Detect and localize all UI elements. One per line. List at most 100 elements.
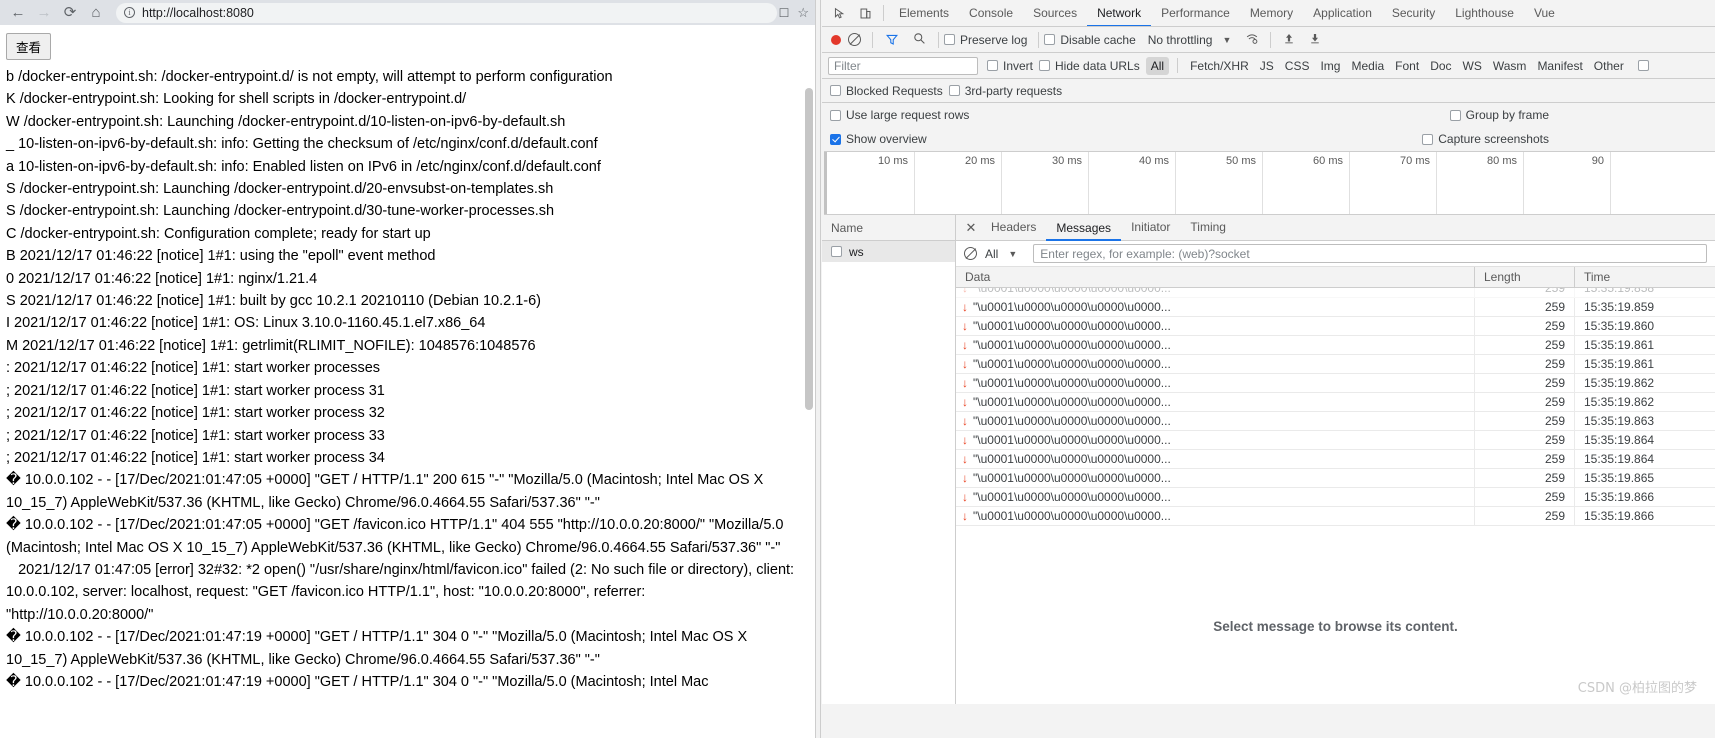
network-requests-area: Name ws ✕ Headers Messages Initiator Tim…	[822, 215, 1715, 704]
log-line: 2021/12/17 01:47:05 [error] 32#32: *2 op…	[6, 561, 799, 623]
capture-screenshots-checkbox[interactable]: Capture screenshots	[1422, 132, 1549, 146]
checkbox-box[interactable]	[831, 246, 842, 257]
messages-table-row[interactable]: ↓"\u0001\u0000\u0000\u0000\u0000...25915…	[956, 335, 1715, 355]
wifi-settings-icon[interactable]	[1245, 32, 1259, 48]
checkbox-box	[830, 85, 841, 96]
tab-elements[interactable]: Elements	[889, 0, 959, 26]
network-overview-timeline[interactable]: 10 ms 20 ms 30 ms 40 ms 50 ms 60 ms 70 ms 80 ms…	[824, 151, 1715, 215]
tab-application[interactable]: Application	[1303, 0, 1382, 26]
request-row-ws[interactable]: ws	[822, 241, 955, 262]
blocked-requests-checkbox[interactable]: Blocked Requests	[830, 84, 943, 98]
chevron-down-icon[interactable]: ▼	[1008, 249, 1017, 259]
type-filter-js[interactable]: JS	[1255, 57, 1279, 75]
type-filter-ws[interactable]: WS	[1458, 57, 1487, 75]
type-filter-img[interactable]: Img	[1315, 57, 1345, 75]
info-circle-icon[interactable]: i	[124, 7, 135, 18]
disable-cache-checkbox[interactable]: Disable cache	[1044, 32, 1136, 47]
messages-table-body[interactable]: ↓ "\u0001\u0000\u0000\u0000\u0000... 259 15…	[956, 288, 1715, 704]
page-scrollbar[interactable]	[804, 50, 815, 738]
column-header-data[interactable]: Data	[956, 266, 1475, 288]
nginx-log-output: b /docker-entrypoint.sh: /docker-entrypo…	[6, 66, 796, 693]
messages-table-row[interactable]: ↓"\u0001\u0000\u0000\u0000\u0000...25915…	[956, 354, 1715, 374]
preserve-log-checkbox[interactable]: Preserve log	[944, 33, 1027, 47]
messages-regex-input[interactable]: Enter regex, for example: (web)?socket	[1033, 244, 1707, 263]
detail-tab-messages[interactable]: Messages	[1046, 215, 1122, 241]
type-filter-all[interactable]: All	[1145, 56, 1170, 75]
type-filter-media[interactable]: Media	[1346, 57, 1389, 75]
messages-table-row[interactable]: ↓"\u0001\u0000\u0000\u0000\u0000...25915…	[956, 288, 1715, 298]
type-filter-other[interactable]: Other	[1589, 57, 1629, 75]
messages-table-row[interactable]: ↓"\u0001\u0000\u0000\u0000\u0000...25915…	[956, 411, 1715, 431]
network-filter-bar: Filter Invert Hide data URLs All Fetch/X…	[822, 53, 1715, 79]
type-filter-fetch-xhr[interactable]: Fetch/XHR	[1185, 57, 1254, 75]
message-data: "\u0001\u0000\u0000\u0000\u0000...	[973, 452, 1171, 466]
tab-security[interactable]: Security	[1382, 0, 1445, 26]
translate-icon[interactable]: ☐	[779, 6, 790, 20]
messages-table-row[interactable]: ↓"\u0001\u0000\u0000\u0000\u0000...25915…	[956, 316, 1715, 336]
page-scrollbar-thumb[interactable]	[805, 88, 813, 410]
tab-performance[interactable]: Performance	[1151, 0, 1240, 26]
detail-tab-headers[interactable]: Headers	[981, 215, 1046, 240]
type-filter-doc[interactable]: Doc	[1425, 57, 1456, 75]
overflow-checkbox[interactable]	[1637, 60, 1649, 71]
back-icon[interactable]: ←	[6, 3, 30, 23]
search-icon[interactable]	[913, 32, 926, 48]
hide-data-urls-checkbox[interactable]: Hide data URLs	[1039, 59, 1140, 73]
type-filter-css[interactable]: CSS	[1280, 57, 1315, 75]
tab-memory[interactable]: Memory	[1240, 0, 1303, 26]
inspect-element-icon[interactable]	[826, 0, 852, 26]
type-filter-wasm[interactable]: Wasm	[1488, 57, 1532, 75]
group-by-frame-checkbox[interactable]: Group by frame	[1449, 108, 1549, 122]
address-bar[interactable]: i http://localhost:8080	[116, 2, 777, 23]
show-overview-checkbox[interactable]: Show overview	[830, 132, 927, 146]
messages-table-row[interactable]: ↓"\u0001\u0000\u0000\u0000\u0000...25915…	[956, 297, 1715, 317]
devtools-resize-handle[interactable]	[816, 0, 821, 738]
invert-checkbox[interactable]: Invert	[987, 59, 1033, 73]
tab-sources[interactable]: Sources	[1023, 0, 1087, 26]
column-header-length[interactable]: Length	[1475, 266, 1575, 288]
message-type-filter[interactable]: All	[985, 247, 998, 261]
type-filter-manifest[interactable]: Manifest	[1532, 57, 1587, 75]
tab-console[interactable]: Console	[959, 0, 1023, 26]
view-button[interactable]: 查看	[6, 33, 52, 60]
clear-messages-icon[interactable]	[964, 247, 977, 260]
messages-table-row[interactable]: ↓"\u0001\u0000\u0000\u0000\u0000...25915…	[956, 449, 1715, 469]
messages-table-row[interactable]: ↓"\u0001\u0000\u0000\u0000\u0000...25915…	[956, 468, 1715, 488]
messages-table-row[interactable]: ↓"\u0001\u0000\u0000\u0000\u0000...25915…	[956, 392, 1715, 412]
disable-cache-label: Disable cache	[1060, 32, 1136, 47]
tab-vue[interactable]: Vue	[1524, 0, 1565, 26]
throttling-select[interactable]: No throttling	[1148, 33, 1213, 47]
message-length: 259	[1475, 316, 1575, 336]
large-request-rows-checkbox[interactable]: Use large request rows	[830, 108, 969, 122]
messages-table-row[interactable]: ↓"\u0001\u0000\u0000\u0000\u0000...25915…	[956, 373, 1715, 393]
forward-icon[interactable]: →	[32, 3, 56, 23]
message-data: "\u0001\u0000\u0000\u0000\u0000...	[973, 471, 1171, 485]
overview-left-grip[interactable]	[824, 152, 827, 214]
star-icon[interactable]: ☆	[797, 5, 809, 21]
detail-tab-initiator[interactable]: Initiator	[1121, 215, 1180, 240]
chevron-down-icon[interactable]: ▼	[1222, 35, 1231, 45]
device-toolbar-icon[interactable]	[852, 0, 878, 26]
detail-tab-timing[interactable]: Timing	[1180, 215, 1236, 240]
export-har-icon[interactable]	[1309, 32, 1321, 48]
arrow-down-icon: ↓	[962, 357, 968, 371]
type-filter-font[interactable]: Font	[1390, 57, 1424, 75]
close-icon[interactable]: ✕	[961, 220, 981, 236]
requests-column-header[interactable]: Name	[822, 215, 955, 241]
home-icon[interactable]: ⌂	[84, 3, 108, 23]
messages-table-row[interactable]: ↓"\u0001\u0000\u0000\u0000\u0000...25915…	[956, 487, 1715, 507]
message-time: 15:35:19.862	[1584, 375, 1655, 390]
third-party-requests-checkbox[interactable]: 3rd-party requests	[948, 84, 1062, 98]
import-har-icon[interactable]	[1283, 32, 1295, 48]
messages-table-row[interactable]: ↓"\u0001\u0000\u0000\u0000\u0000...25915…	[956, 506, 1715, 526]
filter-input[interactable]: Filter	[828, 56, 978, 75]
record-button-icon[interactable]	[831, 34, 841, 45]
tab-lighthouse[interactable]: Lighthouse	[1445, 0, 1524, 26]
funnel-filter-icon[interactable]	[885, 33, 899, 46]
reload-icon[interactable]: ⟳	[58, 3, 82, 23]
tab-network[interactable]: Network	[1087, 0, 1152, 26]
page-content: 查看 b /docker-entrypoint.sh: /docker-entr…	[0, 25, 815, 738]
column-header-time[interactable]: Time	[1575, 267, 1715, 288]
messages-table-row[interactable]: ↓"\u0001\u0000\u0000\u0000\u0000...25915…	[956, 430, 1715, 450]
clear-icon[interactable]	[848, 33, 861, 46]
